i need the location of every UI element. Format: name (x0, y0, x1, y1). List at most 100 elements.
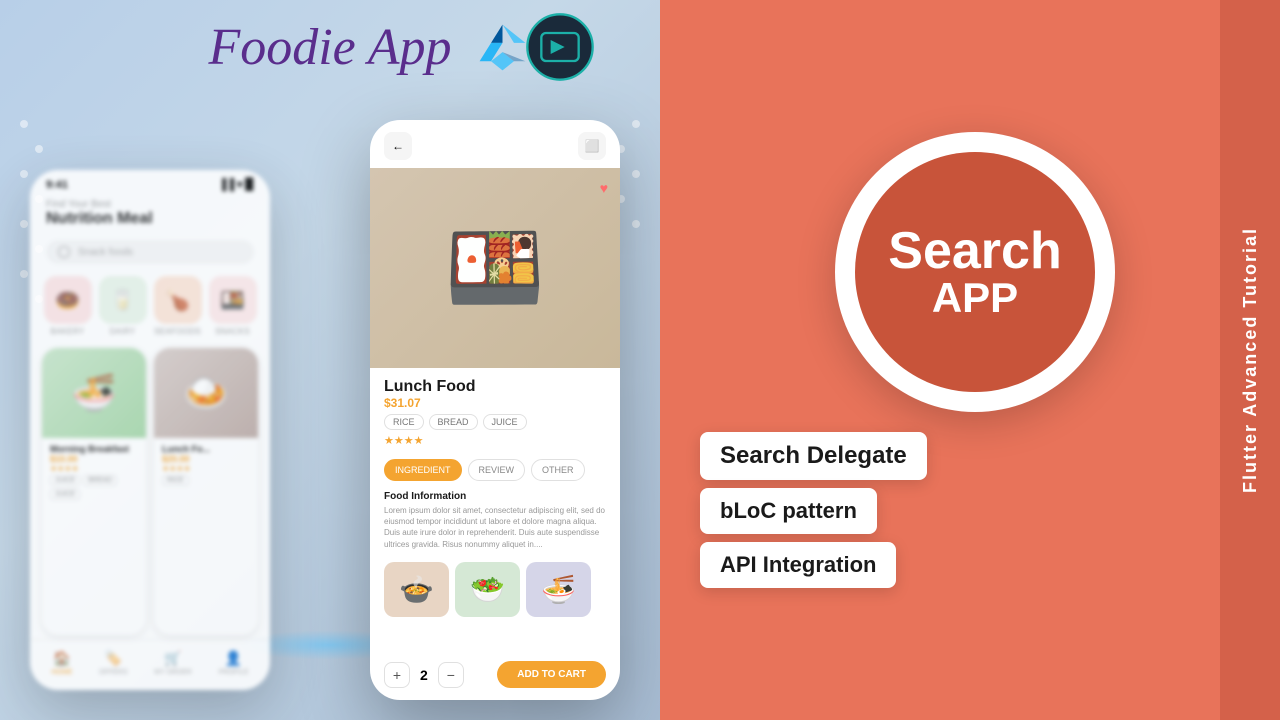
category-label: SEAFOODS (154, 327, 201, 336)
category-label: DAIRY (110, 327, 136, 336)
categories-row: 🍩 BAKERY 🥛 DAIRY 🍗 SEAFOODS 🍱 SNACKS (30, 268, 270, 344)
offers-icon: 🏷️ (105, 650, 122, 667)
tab-other[interactable]: OTHER (531, 459, 585, 481)
thumbnail-row: 🍲 🥗 🍜 (370, 554, 620, 625)
section-title: Food Information (384, 491, 606, 502)
phone-right-mockup: ← ⬜ 🍱 ♥ Lunch Food $31.07 RICE BREAD JUI… (370, 120, 620, 700)
tab-ingredient[interactable]: INGREDIENT (384, 459, 462, 481)
food-tags: RICE (162, 475, 250, 486)
food-stars: ★★★★ (162, 464, 250, 473)
thumb-3[interactable]: 🍜 (526, 562, 591, 617)
food-image: 🍜 (42, 348, 146, 438)
tab-review[interactable]: REVIEW (468, 459, 526, 481)
nav-label: MY ORDER (154, 669, 192, 676)
quantity-increase[interactable]: − (438, 662, 464, 688)
right-panel: Search APP Search Delegate bLoC pattern … (660, 0, 1280, 720)
search-placeholder: Snack foods (78, 247, 133, 258)
bloc-logo (525, 12, 595, 82)
heart-icon: ♥ (600, 180, 608, 196)
detail-tags-row: RICE BREAD JUICE (384, 414, 606, 430)
app-text: APP (932, 277, 1018, 319)
detail-tabs: INGREDIENT REVIEW OTHER (370, 453, 620, 487)
food-information-section: Food Information Lorem ipsum dolor sit a… (370, 487, 620, 554)
food-name: Morning Breakfast (50, 444, 138, 454)
category-icon: 🍱 (209, 276, 257, 324)
detail-food-name: Lunch Food (384, 378, 606, 396)
bottom-nav: 🏠 HOME 🏷️ OFFERS 🛒 MY ORDER 👤 PROFILE (30, 639, 270, 690)
section-text: Lorem ipsum dolor sit amet, consectetur … (384, 505, 606, 550)
vertical-text-panel: Flutter Advanced Tutorial (1220, 0, 1280, 720)
tag: BREAD (83, 475, 117, 486)
category-icon: 🍩 (44, 276, 92, 324)
feature-2-wrapper: bLoC pattern (700, 488, 1180, 534)
detail-food-price: $31.07 (384, 396, 606, 410)
search-text: Search (888, 225, 1061, 277)
food-price: $10.00 (50, 454, 138, 464)
feature-label-api-integration: API Integration (700, 542, 896, 588)
status-icons: ▐▐ ▾ ▉ (218, 178, 254, 191)
nav-label: OFFERS (99, 669, 127, 676)
detail-food-info: Lunch Food $31.07 RICE BREAD JUICE ★★★★ (370, 368, 620, 453)
nav-label: PROFILE (219, 669, 249, 676)
detail-stars: ★★★★ (384, 434, 606, 447)
food-name: Lunch Fo... (162, 444, 250, 454)
feature-labels: Search Delegate bLoC pattern API Integra… (700, 432, 1180, 588)
feature-label-bloc-pattern: bLoC pattern (700, 488, 877, 534)
food-card-morning[interactable]: 🍜 Morning Breakfast $10.00 ★★★★ JUICE BR… (42, 348, 146, 635)
thumb-2[interactable]: 🥗 (455, 562, 520, 617)
bottom-bar: + 2 − ADD TO CART (370, 653, 620, 700)
food-cards-row: 🍜 Morning Breakfast $10.00 ★★★★ JUICE BR… (30, 344, 270, 639)
search-app-circle-outer: Search APP (835, 132, 1115, 412)
nav-home[interactable]: 🏠 HOME (51, 650, 72, 676)
category-dairy[interactable]: 🥛 DAIRY (97, 276, 148, 336)
add-to-cart-button[interactable]: ADD TO CART (497, 661, 606, 688)
food-price: $20.00 (162, 454, 250, 464)
food-card-lunch[interactable]: 🍛 Lunch Fo... $20.00 ★★★★ RICE (154, 348, 258, 635)
food-info: Lunch Fo... $20.00 ★★★★ RICE (154, 438, 258, 492)
orders-icon: 🛒 (164, 650, 181, 667)
search-icon (58, 246, 70, 258)
nav-orders[interactable]: 🛒 MY ORDER (154, 650, 192, 676)
detail-tag: BREAD (429, 414, 478, 430)
right-content: Search APP Search Delegate bLoC pattern … (660, 102, 1280, 618)
vertical-text-content: Flutter Advanced Tutorial (1240, 227, 1261, 493)
flutter-logo (475, 20, 530, 75)
detail-header: ← ⬜ (370, 120, 620, 168)
back-button[interactable]: ← (384, 132, 412, 160)
thumb-1[interactable]: 🍲 (384, 562, 449, 617)
app-title: Foodie App (208, 18, 451, 77)
feature-1-wrapper: Search Delegate (700, 432, 1180, 480)
home-icon: 🏠 (53, 650, 70, 667)
status-time: 9:41 (46, 179, 68, 191)
tag: JUICE (50, 489, 80, 500)
category-bakery[interactable]: 🍩 BAKERY (42, 276, 93, 336)
favorite-button[interactable]: ⬜ (578, 132, 606, 160)
detail-tag: RICE (384, 414, 424, 430)
header-sub: Find Your Best (46, 199, 254, 210)
category-snacks[interactable]: 🍱 SNACKS (207, 276, 258, 336)
header-title: Nutrition Meal (46, 210, 254, 228)
left-panel: Foodie App 9:41 ▐▐ ▾ ▉ Find Your Best N (0, 0, 660, 720)
profile-icon: 👤 (225, 650, 242, 667)
feature-3-wrapper: API Integration (700, 542, 1180, 588)
category-icon: 🥛 (99, 276, 147, 324)
nav-offers[interactable]: 🏷️ OFFERS (99, 650, 127, 676)
category-icon: 🍗 (154, 276, 202, 324)
food-info: Morning Breakfast $10.00 ★★★★ JUICE BREA… (42, 438, 146, 506)
tag: RICE (162, 475, 189, 486)
food-image: 🍛 (154, 348, 258, 438)
quantity-value: 2 (420, 667, 428, 683)
feature-label-search-delegate: Search Delegate (700, 432, 927, 480)
phone-left-mockup: 9:41 ▐▐ ▾ ▉ Find Your Best Nutrition Mea… (30, 170, 270, 690)
detail-food-image: 🍱 ♥ (370, 168, 620, 368)
food-tags: JUICE BREAD JUICE (50, 475, 138, 500)
category-label: BAKERY (50, 327, 84, 336)
detail-tag: JUICE (483, 414, 527, 430)
search-bar[interactable]: Snack foods (46, 240, 254, 264)
nav-profile[interactable]: 👤 PROFILE (219, 650, 249, 676)
search-app-circle-inner: Search APP (855, 152, 1095, 392)
food-stars: ★★★★ (50, 464, 138, 473)
quantity-decrease[interactable]: + (384, 662, 410, 688)
quantity-control: + 2 − (384, 662, 464, 688)
category-seafoods[interactable]: 🍗 SEAFOODS (152, 276, 203, 336)
